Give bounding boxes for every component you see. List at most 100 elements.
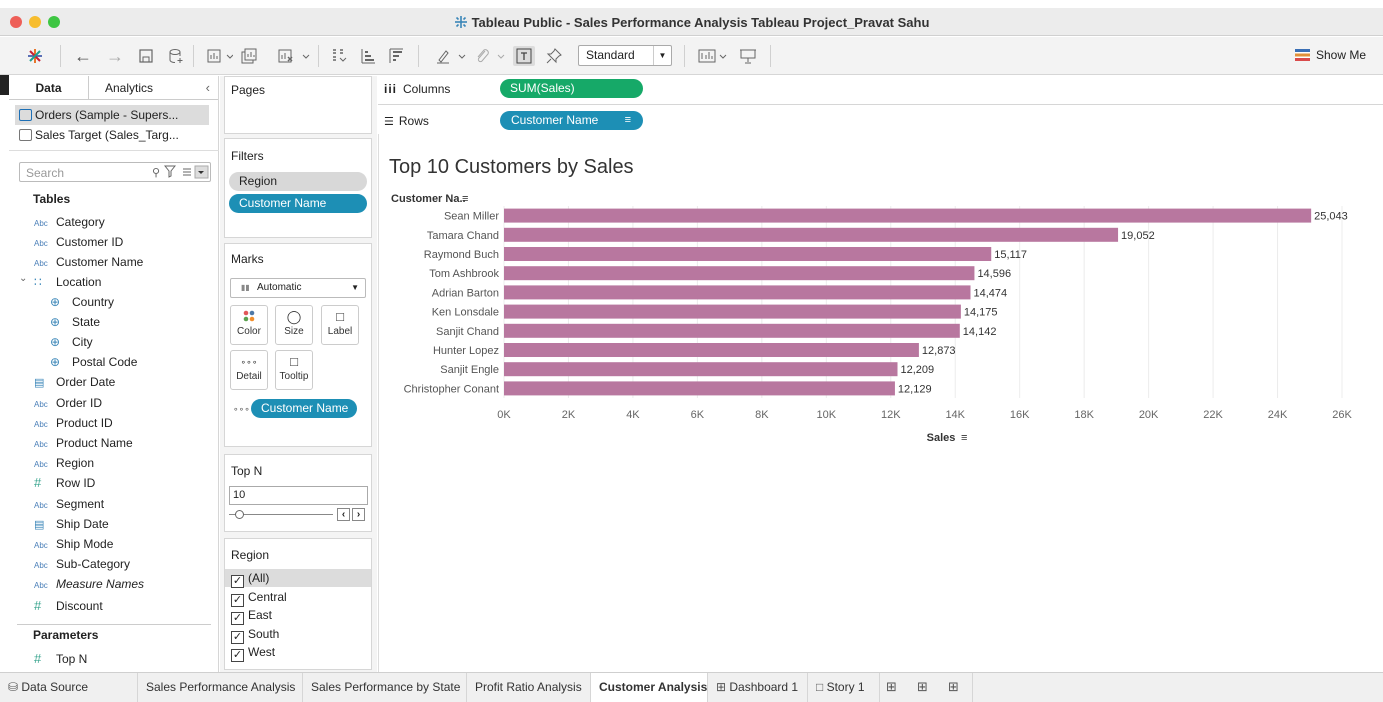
new-story-tab-icon[interactable]: ⊞: [948, 680, 966, 696]
tab-analytics[interactable]: Analytics: [89, 76, 169, 99]
fit-select[interactable]: Standard ▼: [578, 45, 672, 66]
increment-arrow-icon[interactable]: ›: [352, 508, 365, 521]
region-option-south[interactable]: ✓ South: [225, 625, 371, 644]
field-label: Ship Date: [56, 517, 109, 531]
bar[interactable]: [504, 304, 961, 319]
presentation-mode-icon[interactable]: [737, 46, 759, 66]
field-category[interactable]: Abc Category: [17, 212, 105, 232]
field-ship-date[interactable]: ▤ Ship Date: [17, 514, 109, 534]
pin-axes-icon[interactable]: [543, 46, 565, 66]
bar[interactable]: [504, 208, 1312, 223]
datasource-sales-target[interactable]: Sales Target (Sales_Targ...: [9, 125, 219, 145]
columns-pill-sum-sales[interactable]: SUM(Sales): [500, 79, 643, 98]
collapse-pane-icon[interactable]: ‹: [206, 80, 210, 95]
checkbox[interactable]: ✓: [231, 649, 244, 662]
checkbox[interactable]: ✓: [231, 575, 244, 588]
field-city[interactable]: ⊕ City: [17, 332, 93, 352]
filter-icon[interactable]: [163, 165, 177, 181]
checkbox[interactable]: ✓: [231, 630, 244, 644]
sort-descending-icon[interactable]: [385, 46, 407, 66]
bar[interactable]: [504, 343, 919, 357]
filter-pill-region[interactable]: Region: [229, 172, 367, 191]
field-measure-names[interactable]: Abc Measure Names: [17, 574, 144, 594]
datasource-orders[interactable]: Orders (Sample - Supers...: [15, 105, 209, 125]
show-cards-icon[interactable]: [696, 46, 730, 66]
color-button[interactable]: Color: [230, 305, 268, 345]
new-worksheet-icon[interactable]: [205, 46, 235, 66]
field-product-name[interactable]: Abc Product Name: [17, 433, 133, 453]
sheet-tab-dashboard-1[interactable]: ⊞ Dashboard 1: [708, 673, 808, 702]
swap-rows-columns-icon[interactable]: [328, 46, 350, 66]
field-country[interactable]: ⊕ Country: [17, 292, 114, 312]
field-row-id[interactable]: # Row ID: [17, 473, 95, 493]
field-customer-id[interactable]: Abc Customer ID: [17, 232, 123, 252]
bar[interactable]: [504, 266, 975, 281]
field-product-id[interactable]: Abc Product ID: [17, 413, 113, 433]
tableau-home-icon[interactable]: [24, 46, 46, 66]
detail-pill-customer-name[interactable]: Customer Name: [251, 399, 357, 418]
sort-ascending-icon[interactable]: [357, 46, 379, 66]
region-option-central[interactable]: ✓ Central: [225, 588, 371, 607]
marks-heading: Marks: [231, 252, 264, 266]
show-mark-labels-icon[interactable]: [513, 46, 535, 66]
field-region[interactable]: Abc Region: [17, 453, 94, 473]
filters-card: Filters Region Customer Name: [224, 138, 372, 238]
sheet-tab-story-1[interactable]: □ Story 1: [808, 673, 880, 702]
top-n-slider-handle[interactable]: [235, 510, 244, 519]
field-postal-code[interactable]: ⊕ Postal Code: [17, 352, 137, 372]
bar[interactable]: [504, 381, 895, 396]
group-members-icon[interactable]: [473, 46, 509, 66]
detail-button[interactable]: ∘∘∘ Detail: [230, 350, 268, 390]
tab-data[interactable]: Data: [9, 76, 89, 99]
sheet-tab-sales-performance-analysis[interactable]: Sales Performance Analysis: [138, 673, 303, 702]
top-n-slider-track[interactable]: [229, 514, 333, 515]
top-n-input[interactable]: 10: [229, 486, 368, 505]
field-segment[interactable]: Abc Segment: [17, 494, 104, 514]
sheet-tab-customer-analysis[interactable]: Customer Analysis: [591, 673, 708, 702]
size-button[interactable]: ◯ Size: [275, 305, 313, 345]
highlight-icon[interactable]: [434, 46, 470, 66]
field-search-input[interactable]: Search ⚲: [19, 162, 211, 182]
view-options-icon[interactable]: [181, 165, 209, 179]
field-order-id[interactable]: Abc Order ID: [17, 393, 102, 413]
bar[interactable]: [504, 362, 898, 377]
field-sub-category[interactable]: Abc Sub-Category: [17, 554, 130, 574]
clear-sheet-icon[interactable]: [276, 46, 312, 66]
forward-arrow-icon[interactable]: →: [104, 46, 126, 66]
bar[interactable]: [504, 285, 971, 300]
mark-type-select[interactable]: ▮▮ Automatic ▼: [230, 278, 366, 298]
sheet-tab-data-source[interactable]: ⛁ Data Source: [0, 673, 138, 702]
new-datasource-icon[interactable]: [166, 46, 186, 66]
checkbox[interactable]: ✓: [231, 593, 244, 607]
region-option-east[interactable]: ✓ East: [225, 606, 371, 625]
region-option-west[interactable]: ✓ West: [225, 643, 371, 662]
filter-pill-customer-name[interactable]: Customer Name: [229, 194, 367, 213]
bar[interactable]: [504, 247, 992, 261]
label-button[interactable]: □ Label: [321, 305, 359, 345]
field-order-date[interactable]: ▤ Order Date: [17, 372, 115, 392]
x-tick-label: 26K: [1332, 409, 1352, 421]
decrement-arrow-icon[interactable]: ‹: [337, 508, 350, 521]
duplicate-sheet-icon[interactable]: [240, 46, 270, 66]
field-ship-mode[interactable]: Abc Ship Mode: [17, 534, 113, 554]
field-customer-name[interactable]: Abc Customer Name: [17, 252, 143, 272]
show-me-button[interactable]: Show Me: [1294, 48, 1366, 62]
new-worksheet-tab-icon[interactable]: ⊞: [886, 680, 904, 696]
sheet-tab-profit-ratio-analysis[interactable]: Profit Ratio Analysis: [467, 673, 591, 702]
chevron-down-icon[interactable]: ⌄: [19, 269, 27, 289]
rows-pill-customer-name[interactable]: Customer Name ≡: [500, 111, 643, 130]
sheet-tab-sales-performance-by-state[interactable]: Sales Performance by State: [303, 673, 467, 702]
field-discount[interactable]: # Discount: [17, 596, 103, 616]
bar[interactable]: [504, 323, 960, 338]
bar[interactable]: [504, 227, 1119, 242]
field-state[interactable]: ⊕ State: [17, 312, 100, 332]
field-location[interactable]: ⌄ ∷ Location: [17, 272, 101, 292]
checkbox[interactable]: ✓: [231, 612, 244, 625]
parameter-top-n[interactable]: # Top N: [17, 649, 87, 669]
back-arrow-icon[interactable]: ←: [72, 46, 94, 66]
new-dashboard-tab-icon[interactable]: ⊞: [917, 680, 935, 696]
window-edge: [0, 75, 9, 95]
tooltip-button[interactable]: □ Tooltip: [275, 350, 313, 390]
save-icon[interactable]: [136, 46, 156, 66]
region-option-all[interactable]: ✓ (All): [225, 569, 371, 588]
